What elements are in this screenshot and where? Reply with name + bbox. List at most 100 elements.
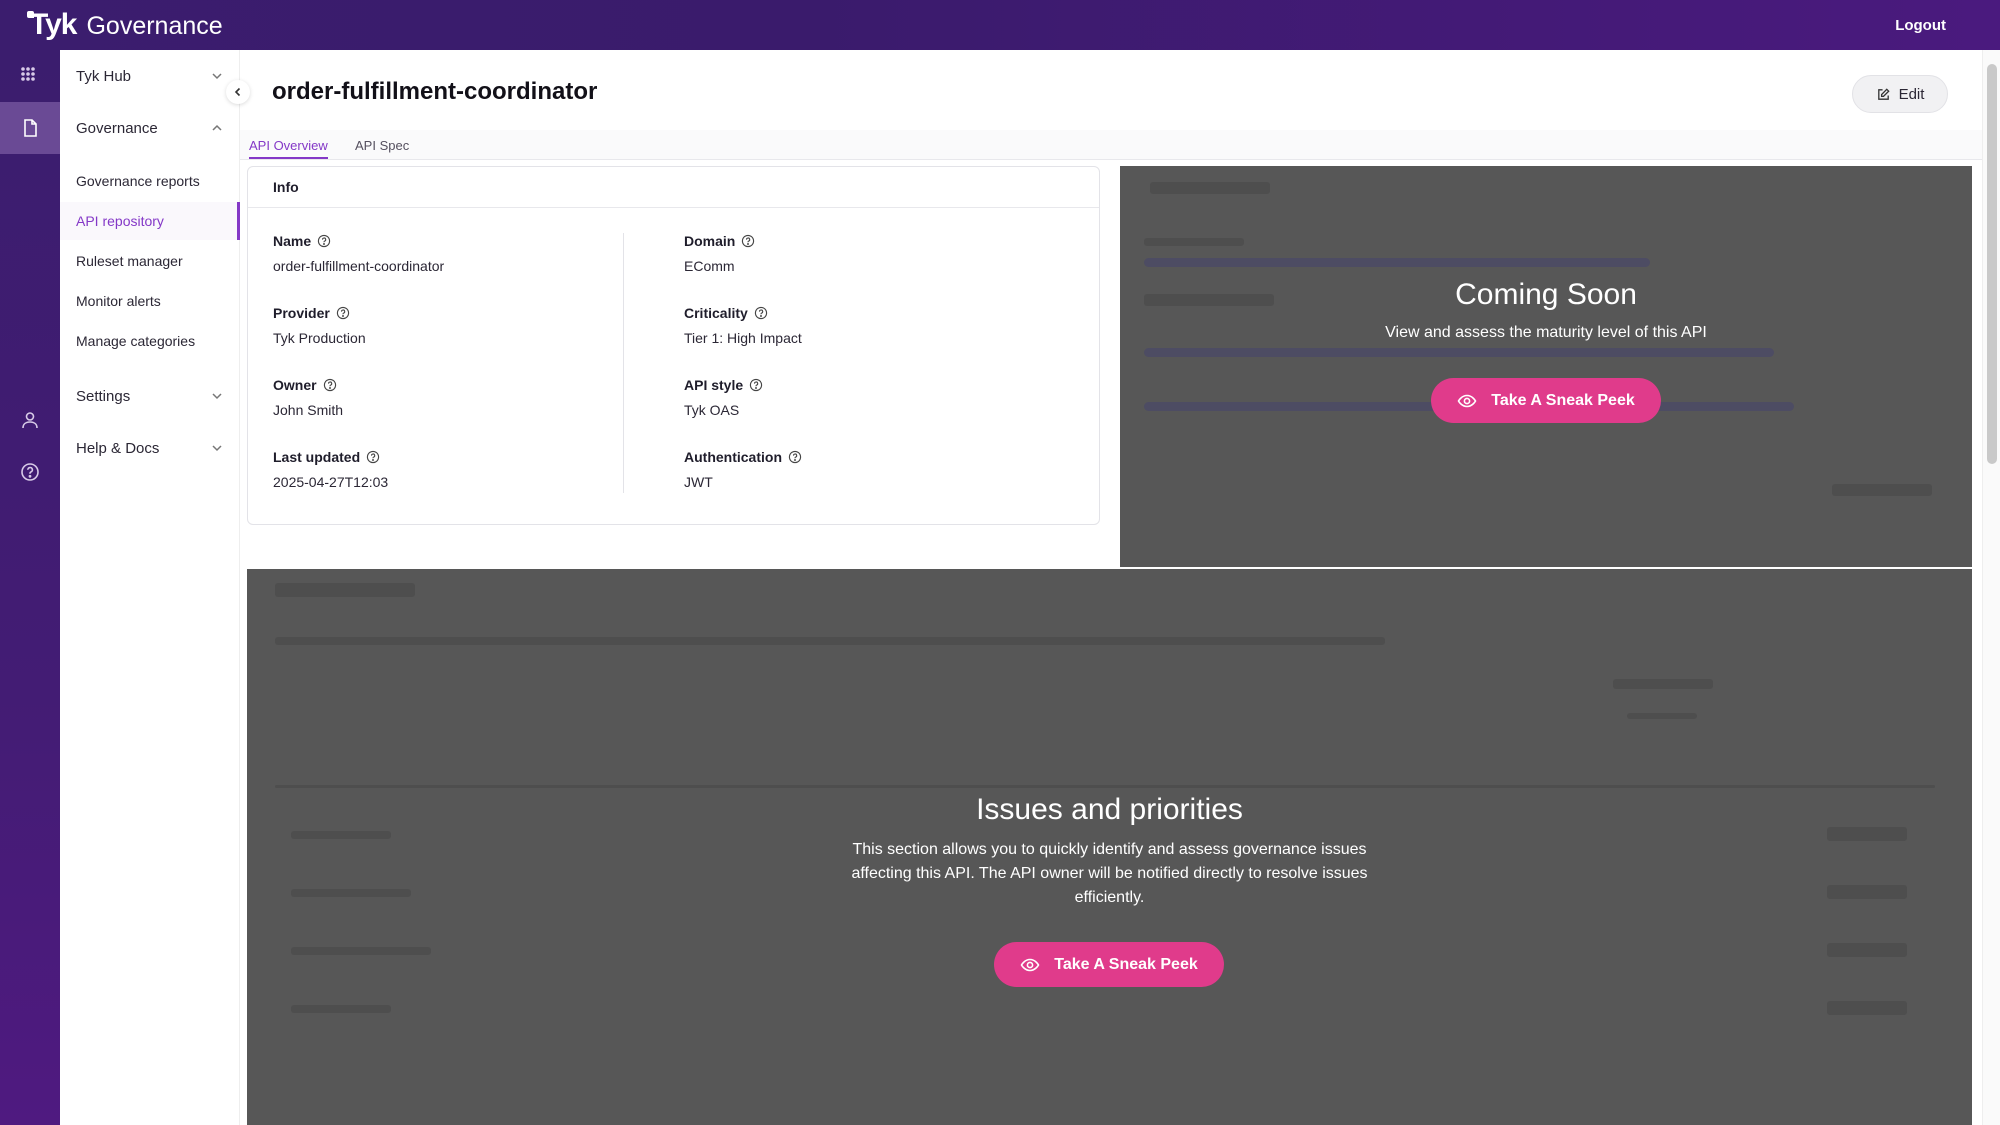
rail-apps[interactable]: [0, 50, 60, 102]
help-circle-icon[interactable]: [754, 306, 768, 320]
grid-icon: [21, 67, 35, 81]
scrollbar-thumb[interactable]: [1987, 64, 1997, 464]
field-value: 2025-04-27T12:03: [273, 474, 389, 490]
field-value: John Smith: [273, 402, 344, 418]
sidebar-section-tyk-hub[interactable]: Tyk Hub: [60, 50, 240, 102]
collapse-sidebar-button[interactable]: [226, 80, 250, 104]
field-domain: Domain EComm: [684, 233, 755, 274]
info-divider: [623, 233, 624, 493]
brand-logo[interactable]: Tyk Governance: [26, 8, 223, 42]
maturity-panel-description: View and assess the maturity level of th…: [1385, 324, 1707, 341]
edit-label: Edit: [1898, 85, 1925, 103]
info-card-header: Info: [248, 167, 1099, 208]
placeholder-block: [1827, 1001, 1907, 1015]
tab-api-overview[interactable]: API Overview: [249, 138, 328, 159]
field-label: Owner: [273, 377, 317, 393]
field-authentication: Authentication JWT: [684, 449, 802, 490]
placeholder-block: [275, 583, 415, 597]
tab-api-spec[interactable]: API Spec: [355, 138, 409, 157]
rail-help[interactable]: [0, 446, 60, 498]
sidebar-item-ruleset-manager[interactable]: Ruleset manager: [60, 242, 240, 280]
issues-sneak-peek-button[interactable]: Take A Sneak Peek: [994, 942, 1224, 987]
rail-user[interactable]: [0, 394, 60, 446]
edit-button[interactable]: Edit: [1852, 75, 1948, 113]
placeholder-block: [1627, 713, 1697, 719]
help-circle-icon[interactable]: [788, 450, 802, 464]
info-card: Info Name order-fulfillment-coordinator …: [247, 166, 1100, 525]
placeholder-block: [1144, 238, 1244, 246]
chevron-up-icon: [212, 124, 222, 131]
sneak-peek-label: Take A Sneak Peek: [1054, 955, 1198, 973]
field-value: JWT: [684, 474, 713, 490]
field-label: Name: [273, 233, 312, 249]
placeholder-block: [275, 785, 1935, 788]
help-circle-icon[interactable]: [317, 234, 331, 248]
eye-icon: [1457, 394, 1477, 407]
field-api-style: API style Tyk OAS: [684, 377, 763, 418]
placeholder-block: [291, 947, 431, 955]
sneak-peek-label: Take A Sneak Peek: [1491, 391, 1635, 409]
help-circle-icon: [21, 463, 39, 481]
sidebar-section-label: Settings: [76, 387, 131, 405]
chevron-down-icon: [212, 445, 222, 452]
sidebar-section-label: Governance: [76, 119, 158, 137]
page-title: order-fulfillment-coordinator: [272, 78, 598, 105]
eye-icon: [1020, 958, 1040, 971]
field-label: Domain: [684, 233, 736, 249]
sidebar-item-api-repository[interactable]: API repository: [60, 202, 240, 240]
placeholder-block: [1613, 679, 1713, 689]
field-label: API style: [684, 377, 744, 393]
help-circle-icon[interactable]: [749, 378, 763, 392]
logout-button[interactable]: Logout: [1895, 17, 1946, 34]
top-bar: Tyk Governance Logout: [0, 0, 2000, 50]
issues-panel-title: Issues and priorities: [976, 793, 1243, 826]
field-value: EComm: [684, 258, 735, 274]
field-last-updated: Last updated 2025-04-27T12:03: [273, 449, 388, 490]
sidebar-section-label: Tyk Hub: [76, 67, 132, 85]
sidebar: Tyk Hub Governance Governance reports AP…: [60, 50, 240, 1125]
issues-panel: Issues and priorities This section allow…: [247, 569, 1972, 1125]
user-icon: [22, 412, 38, 429]
maturity-panel-title: Coming Soon: [1455, 278, 1637, 311]
placeholder-block: [1827, 943, 1907, 957]
field-label: Last updated: [273, 449, 361, 465]
placeholder-block: [1832, 484, 1932, 496]
rail-governance[interactable]: [0, 102, 60, 154]
chevron-down-icon: [212, 73, 222, 80]
field-name: Name order-fulfillment-coordinator: [273, 233, 444, 274]
sidebar-item-monitor-alerts[interactable]: Monitor alerts: [60, 282, 240, 320]
sidebar-section-settings[interactable]: Settings: [60, 370, 240, 422]
maturity-panel: Coming Soon View and assess the maturity…: [1120, 166, 1972, 567]
sidebar-section-governance[interactable]: Governance: [60, 102, 240, 154]
document-icon: [24, 119, 37, 137]
chevron-left-icon: [234, 87, 241, 97]
tab-bar: [240, 130, 1984, 160]
help-circle-icon[interactable]: [336, 306, 350, 320]
field-owner: Owner John Smith: [273, 377, 343, 418]
sidebar-item-governance-reports[interactable]: Governance reports: [60, 162, 240, 200]
field-label: Provider: [273, 305, 330, 321]
placeholder-block: [275, 637, 1385, 645]
product-name: Governance: [86, 12, 223, 40]
placeholder-bar: [1144, 258, 1650, 267]
field-value: Tyk OAS: [684, 402, 740, 418]
sidebar-section-help-docs[interactable]: Help & Docs: [60, 422, 240, 474]
sidebar-item-manage-categories[interactable]: Manage categories: [60, 322, 240, 360]
help-circle-icon[interactable]: [741, 234, 755, 248]
field-value: Tyk Production: [273, 330, 366, 346]
tyk-logo: Tyk: [26, 8, 77, 41]
placeholder-block: [291, 1005, 391, 1013]
maturity-sneak-peek-button[interactable]: Take A Sneak Peek: [1431, 378, 1661, 423]
field-label: Criticality: [684, 305, 748, 321]
issues-description-line: efficiently.: [1074, 889, 1145, 906]
edit-icon: [1877, 87, 1890, 100]
field-value: Tier 1: High Impact: [684, 330, 802, 346]
scrollbar[interactable]: [1982, 50, 2000, 1125]
issues-description-line: This section allows you to quickly ident…: [852, 841, 1367, 858]
help-circle-icon[interactable]: [366, 450, 380, 464]
field-provider: Provider Tyk Production: [273, 305, 366, 346]
field-value: order-fulfillment-coordinator: [273, 258, 445, 274]
help-circle-icon[interactable]: [323, 378, 337, 392]
chevron-down-icon: [212, 393, 222, 400]
icon-rail: [0, 50, 60, 1125]
